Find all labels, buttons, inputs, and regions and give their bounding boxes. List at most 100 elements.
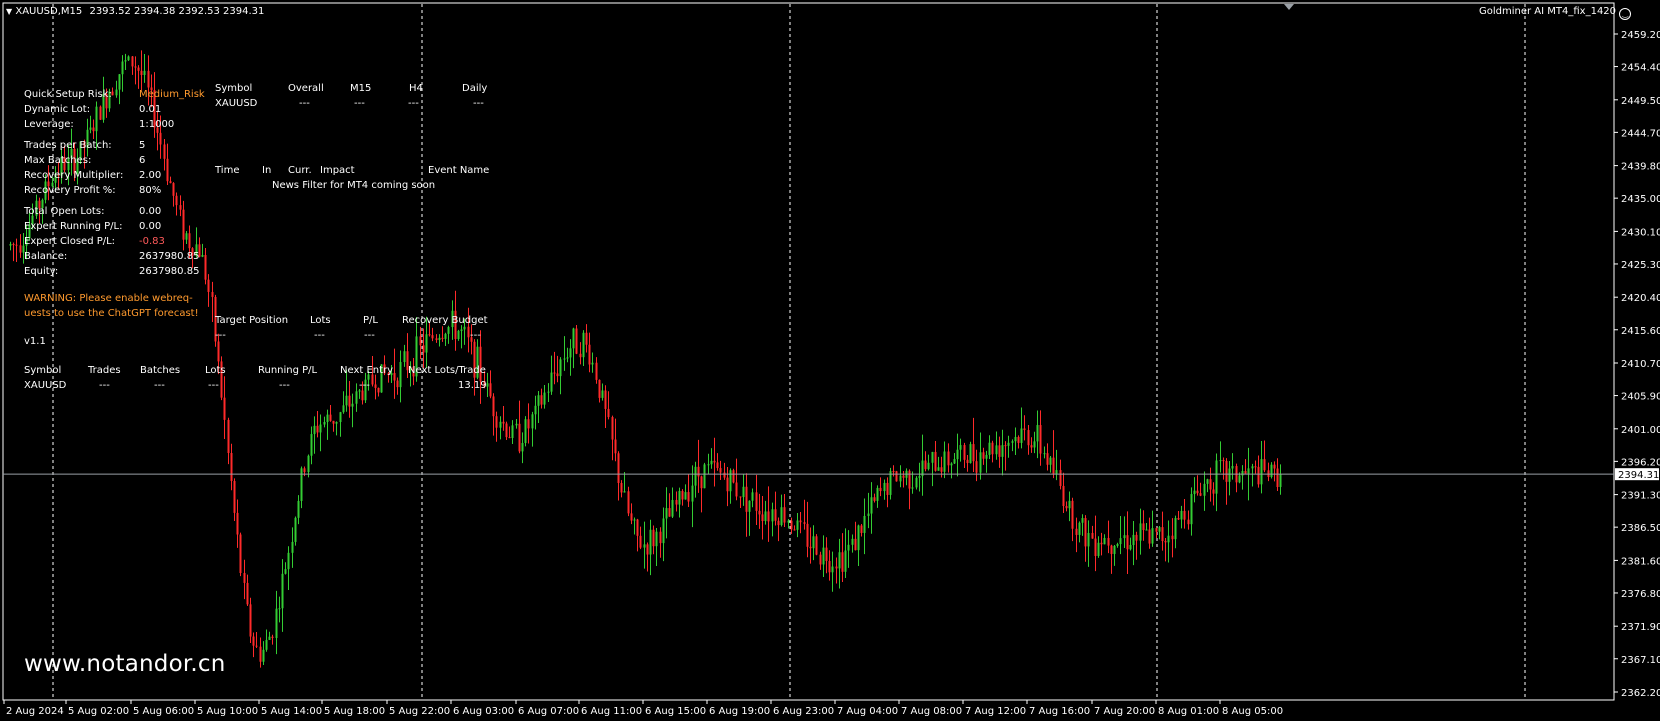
candle-body — [835, 566, 838, 569]
candle-body — [838, 552, 841, 569]
candle-body — [953, 459, 956, 464]
candle-body — [1238, 475, 1241, 483]
candle-body — [966, 459, 969, 464]
candle-body — [1001, 445, 1004, 457]
target-header-position: Target Position — [215, 315, 289, 326]
candle-body — [1177, 518, 1180, 520]
candle-body — [563, 358, 566, 360]
candle-body — [1199, 493, 1202, 496]
candle-body — [19, 245, 22, 253]
candle-body — [527, 419, 530, 429]
candle-body — [751, 492, 754, 501]
candle-body — [729, 470, 732, 492]
candle-body — [774, 509, 777, 521]
candle-body — [895, 471, 898, 482]
candle-body — [732, 470, 735, 483]
watermark: www.notandor.cn — [24, 651, 226, 677]
warning-line-1: WARNING: Please enable webreq- — [24, 293, 193, 304]
candle-body — [1113, 545, 1116, 554]
candle-body — [521, 442, 524, 452]
price-tick-label: 2410.70 — [1621, 359, 1660, 370]
candle-body — [1187, 519, 1190, 525]
signal-header-overall: Overall — [288, 83, 324, 94]
candle-body — [687, 492, 690, 502]
candle-body — [537, 395, 540, 406]
candle-body — [1065, 505, 1068, 509]
candle-body — [1055, 470, 1058, 474]
candle-body — [342, 405, 345, 413]
candle-body — [374, 384, 377, 388]
candle-body — [227, 419, 230, 453]
candle-body — [329, 414, 332, 421]
signal-cell-overall: --- — [299, 98, 310, 109]
trades-header-batches: Batches — [140, 365, 181, 376]
candle-body — [486, 383, 489, 387]
candle-body — [796, 520, 799, 530]
candle-body — [710, 460, 713, 465]
candle-body — [118, 74, 121, 90]
time-tick-label: 5 Aug 10:00 — [197, 706, 258, 717]
signal-cell-h4: --- — [408, 98, 419, 109]
trades-cell-running-pl: --- — [279, 380, 290, 391]
setting-value: 2.00 — [139, 170, 162, 181]
candle-body — [143, 70, 146, 76]
candle-body — [185, 233, 188, 240]
collapse-triangle-icon[interactable]: ▼ — [6, 7, 12, 16]
candle-body — [988, 442, 991, 455]
candle-body — [428, 334, 431, 336]
candle-body — [243, 573, 246, 583]
candle-body — [137, 67, 140, 71]
candle-body — [316, 425, 319, 433]
price-tick-label: 2396.20 — [1621, 457, 1660, 468]
setting-label: Equity: — [24, 266, 59, 277]
version-label: v1.1 — [24, 336, 46, 347]
candle-body — [831, 566, 834, 573]
candle-body — [166, 158, 169, 182]
candle-body — [703, 464, 706, 489]
trades-header-trades: Trades — [88, 365, 121, 376]
candle-body — [1039, 425, 1042, 454]
candle-body — [15, 244, 18, 246]
candle-body — [822, 547, 825, 565]
signal-header-h4: H4 — [409, 83, 423, 94]
setting-label: Recovery Multiplier: — [24, 170, 124, 181]
time-tick-label: 5 Aug 14:00 — [261, 706, 322, 717]
candle-body — [12, 243, 15, 245]
candle-body — [611, 417, 614, 440]
candle-body — [175, 195, 178, 206]
candle-body — [1183, 510, 1186, 520]
candle-body — [249, 604, 252, 637]
price-tick-label: 2401.00 — [1621, 425, 1660, 436]
price-tick-label: 2449.50 — [1621, 96, 1660, 107]
price-tick-label: 2415.60 — [1621, 326, 1660, 337]
trades-header-lots: Lots — [205, 365, 226, 376]
trades-header-symbol: Symbol — [24, 365, 62, 376]
trades-cell-next-lots: 13.19 — [458, 380, 487, 391]
candle-body — [947, 451, 950, 466]
candle-body — [134, 66, 137, 68]
candle-body — [444, 333, 447, 339]
setting-label: Trades per Batch: — [24, 140, 112, 151]
candle-body — [899, 475, 902, 482]
candle-body — [982, 452, 985, 459]
candle-body — [303, 468, 306, 473]
time-tick-label: 6 Aug 15:00 — [645, 706, 706, 717]
candle-body — [262, 649, 265, 662]
candle-body — [633, 519, 636, 521]
candle-body — [918, 476, 921, 478]
candle-body — [268, 636, 271, 640]
candle-body — [719, 468, 722, 473]
candle-body — [1071, 500, 1074, 529]
expert-name[interactable]: Goldminer AI MT4_fix_1420 ‿ — [1479, 6, 1632, 20]
candle-body — [943, 451, 946, 472]
candle-body — [892, 471, 895, 473]
candle-body — [854, 538, 857, 551]
candle-body — [812, 536, 815, 549]
candle-body — [870, 497, 873, 514]
candle-body — [691, 485, 694, 502]
news-header-impact: Impact — [320, 165, 355, 176]
candle-body — [499, 421, 502, 428]
candle-body — [1263, 459, 1266, 471]
candle-body — [876, 487, 879, 501]
shift-marker-icon[interactable] — [1284, 4, 1294, 10]
